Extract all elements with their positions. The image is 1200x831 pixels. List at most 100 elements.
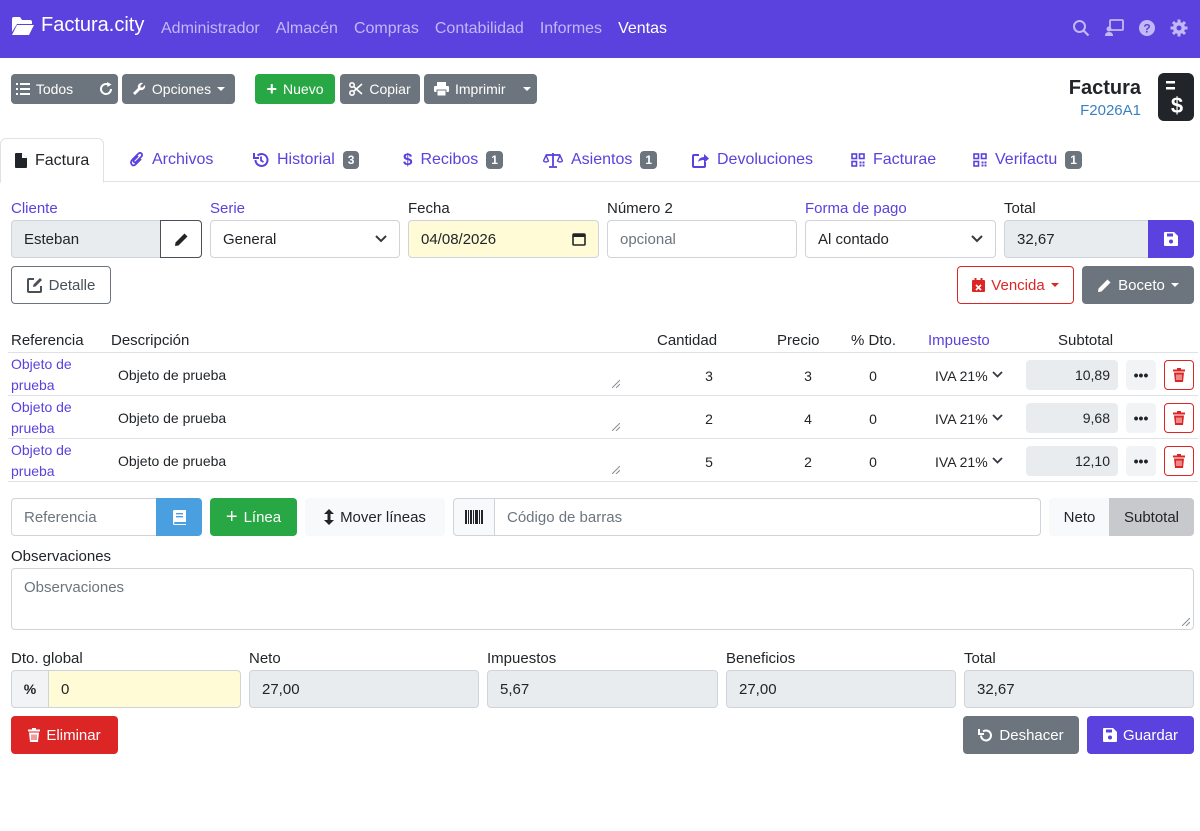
row-subtotal: 9,68	[1026, 403, 1118, 433]
resize-handle-icon[interactable]	[612, 423, 620, 431]
row-subtotal: 10,89	[1026, 360, 1118, 390]
tab-recibos[interactable]: $ Recibos 1	[389, 138, 517, 182]
row-precio[interactable]: 3	[788, 368, 828, 384]
chevron-down-icon	[971, 235, 983, 243]
barcode-input[interactable]: Código de barras	[494, 498, 1041, 536]
opciones-button[interactable]: Opciones	[122, 74, 235, 104]
row-delete-button[interactable]	[1164, 403, 1194, 433]
copiar-button[interactable]: Copiar	[340, 74, 420, 104]
nav-ventas[interactable]: Ventas	[618, 20, 667, 38]
add-linea-label: Línea	[243, 508, 282, 526]
vencida-status-button[interactable]: Vencida	[957, 266, 1074, 304]
row-dto[interactable]: 0	[853, 368, 893, 384]
guardar-button[interactable]: Guardar	[1087, 716, 1194, 754]
nav-contabilidad[interactable]: Contabilidad	[435, 20, 524, 38]
row-dto[interactable]: 0	[853, 454, 893, 470]
row-ref-link[interactable]: Objeto de prueba	[11, 440, 91, 482]
row-delete-button[interactable]	[1164, 360, 1194, 390]
cliente-label[interactable]: Cliente	[11, 200, 58, 217]
imprimir-dropdown-toggle[interactable]	[523, 87, 531, 91]
mover-lineas-button[interactable]: Mover líneas	[305, 498, 445, 536]
edit-icon	[26, 278, 42, 293]
row-cantidad[interactable]: 3	[689, 368, 729, 384]
row-ref-link[interactable]: Objeto de prueba	[11, 354, 91, 396]
tab-verifactu[interactable]: Verifactu 1	[959, 138, 1096, 182]
row-more-button[interactable]: •••	[1126, 360, 1156, 390]
resize-handle-icon[interactable]	[1182, 618, 1190, 626]
row-delete-button[interactable]	[1164, 446, 1194, 476]
subtotal-toggle-button[interactable]: Subtotal	[1109, 498, 1194, 536]
col-impuesto[interactable]: Impuesto	[928, 332, 990, 349]
row-precio[interactable]: 2	[788, 454, 828, 470]
share-square-icon	[692, 154, 709, 168]
add-linea-button[interactable]: + Línea	[210, 498, 297, 536]
row-cantidad[interactable]: 5	[689, 454, 729, 470]
numero2-input[interactable]: opcional	[607, 220, 797, 258]
todos-button[interactable]: Todos	[36, 81, 73, 97]
total-header-label: Total	[1004, 200, 1036, 217]
tab-devoluciones[interactable]: Devoluciones	[678, 138, 827, 182]
nav-almacen[interactable]: Almacén	[276, 20, 338, 38]
row-description[interactable]: Objeto de prueba	[118, 367, 226, 383]
row-more-button[interactable]: •••	[1126, 403, 1156, 433]
forma-pago-label[interactable]: Forma de pago	[805, 200, 907, 217]
percent-icon: %	[11, 670, 49, 708]
qrcode-icon	[973, 153, 987, 167]
deshacer-button[interactable]: Deshacer	[963, 716, 1079, 754]
eliminar-label: Eliminar	[46, 726, 101, 744]
row-dto[interactable]: 0	[853, 411, 893, 427]
serie-select[interactable]: General	[210, 220, 400, 258]
tab-historial-label: Historial	[277, 151, 335, 168]
document-code[interactable]: F2026A1	[1080, 102, 1141, 119]
tab-facturae[interactable]: Facturae	[837, 138, 950, 182]
nuevo-button[interactable]: + Nuevo	[255, 74, 335, 104]
nav-informes[interactable]: Informes	[540, 20, 602, 38]
boceto-status-button[interactable]: Boceto	[1082, 266, 1194, 304]
forma-pago-select[interactable]: Al contado	[805, 220, 996, 258]
balance-scale-icon	[543, 153, 563, 168]
row-impuesto-select[interactable]: IVA 21%	[935, 368, 988, 384]
save-quick-button[interactable]	[1148, 220, 1194, 258]
main-menu: Administrador Almacén Compras Contabilid…	[161, 20, 667, 38]
file-icon	[15, 153, 27, 168]
refresh-icon[interactable]	[99, 82, 113, 96]
row-cantidad[interactable]: 2	[689, 411, 729, 427]
imprimir-button-group: Imprimir	[424, 74, 537, 104]
edit-cliente-button[interactable]	[160, 220, 202, 258]
row-divider	[8, 395, 1198, 396]
row-impuesto-select[interactable]: IVA 21%	[935, 411, 988, 427]
user-presentation-icon[interactable]	[1104, 19, 1124, 37]
help-icon[interactable]: ?	[1138, 19, 1156, 37]
list-icon	[15, 83, 30, 95]
tab-asientos[interactable]: Asientos 1	[529, 138, 671, 182]
tab-archivos[interactable]: Archivos	[116, 138, 227, 182]
calendar-icon[interactable]	[572, 232, 586, 246]
eliminar-button[interactable]: Eliminar	[11, 716, 118, 754]
row-impuesto-select[interactable]: IVA 21%	[935, 454, 988, 470]
gear-icon[interactable]	[1170, 19, 1188, 37]
search-icon[interactable]	[1072, 19, 1090, 37]
resize-handle-icon[interactable]	[612, 380, 620, 388]
tab-factura[interactable]: Factura	[0, 138, 105, 183]
fecha-input[interactable]: 04/08/2026	[408, 220, 599, 258]
trash-icon	[1173, 368, 1185, 382]
row-description[interactable]: Objeto de prueba	[118, 410, 226, 426]
catalog-search-button[interactable]	[156, 498, 202, 536]
brand-logo[interactable]: Factura.city	[11, 14, 144, 37]
detalle-button[interactable]: Detalle	[11, 266, 111, 304]
add-referencia-input[interactable]: Referencia	[11, 498, 157, 536]
row-description[interactable]: Objeto de prueba	[118, 453, 226, 469]
resize-handle-icon[interactable]	[612, 466, 620, 474]
dto-global-input[interactable]: 0	[48, 670, 241, 708]
row-more-button[interactable]: •••	[1126, 446, 1156, 476]
total-label: Total	[964, 650, 996, 667]
tab-asientos-label: Asientos	[571, 151, 633, 168]
observaciones-textarea[interactable]: Observaciones	[11, 568, 1194, 630]
row-precio[interactable]: 4	[788, 411, 828, 427]
nav-compras[interactable]: Compras	[354, 20, 419, 38]
imprimir-button[interactable]: Imprimir	[455, 81, 506, 97]
nav-administrador[interactable]: Administrador	[161, 20, 260, 38]
neto-toggle-button[interactable]: Neto	[1049, 498, 1110, 536]
row-ref-link[interactable]: Objeto de prueba	[11, 397, 91, 439]
tab-historial[interactable]: Historial 3	[239, 138, 373, 182]
